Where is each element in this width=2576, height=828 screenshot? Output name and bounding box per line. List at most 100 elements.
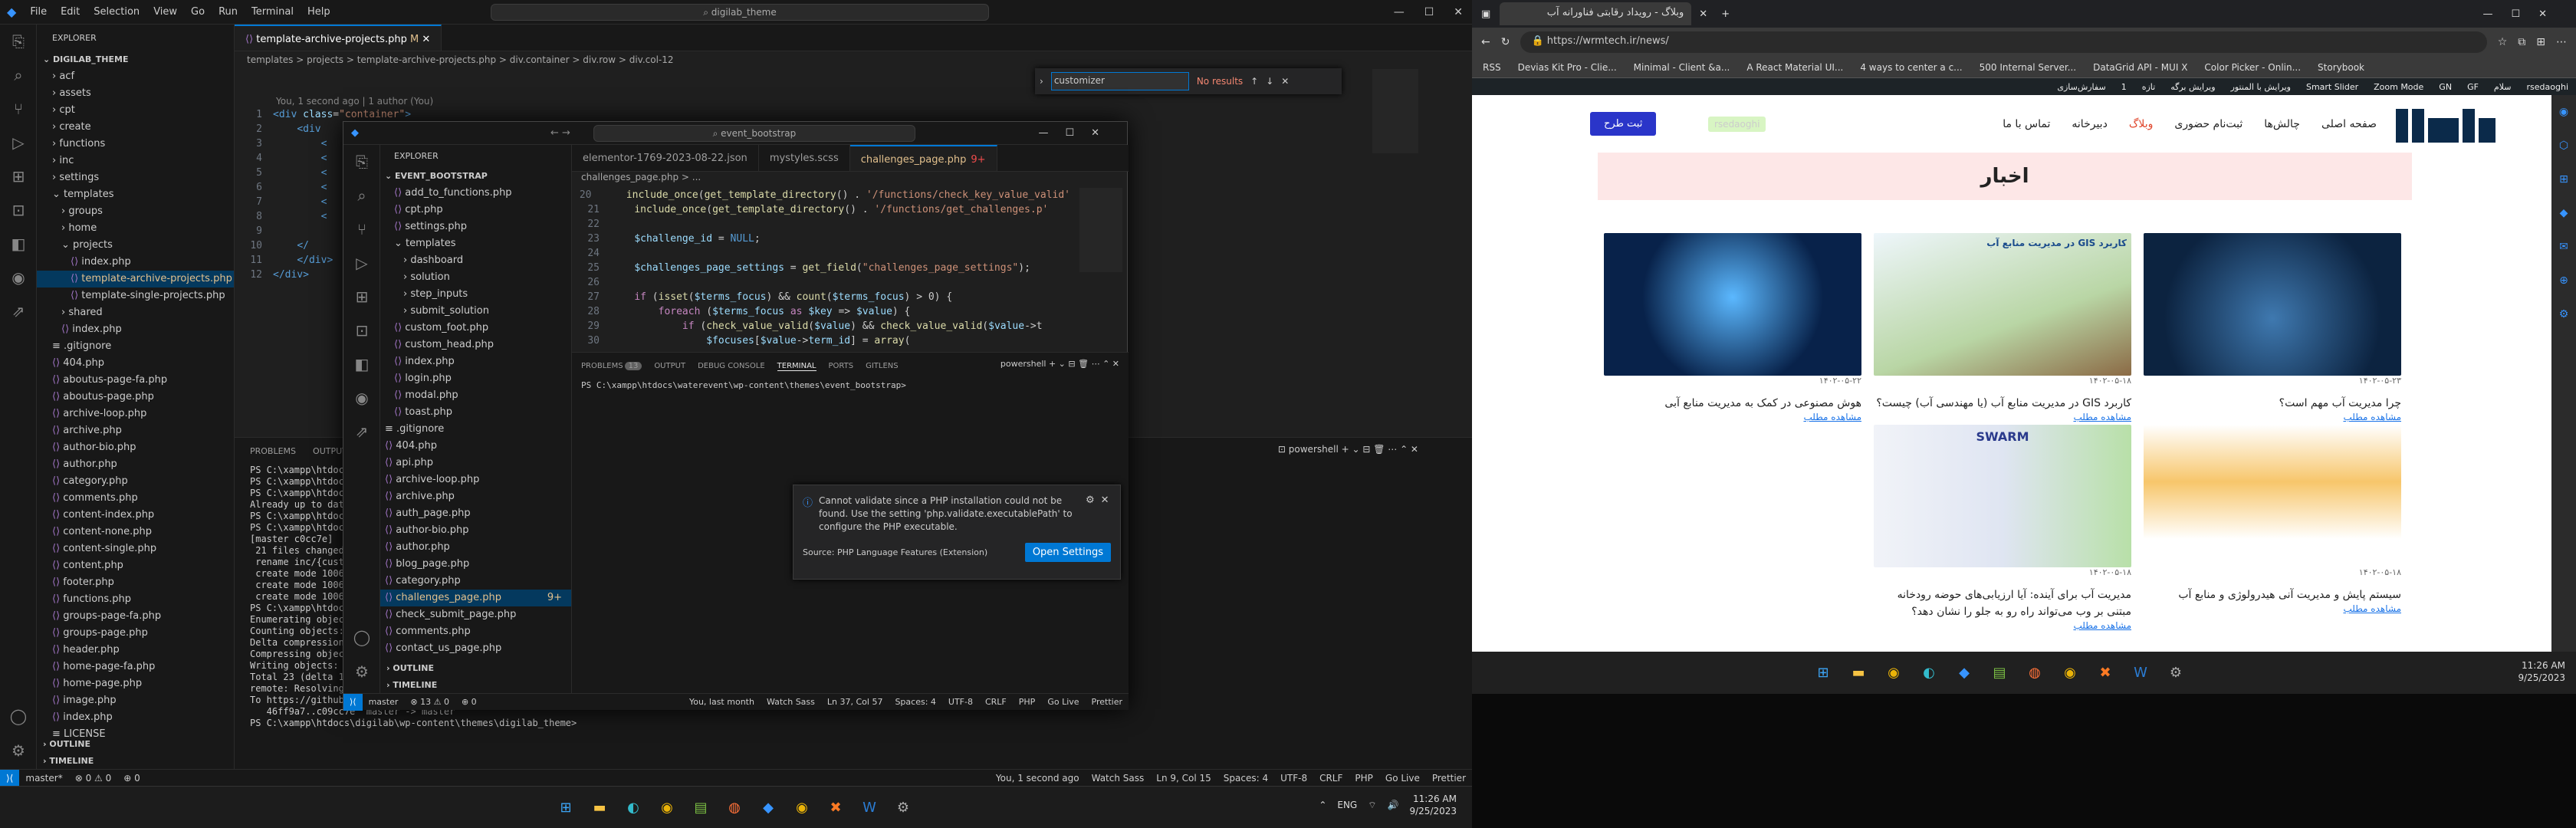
- volume-icon[interactable]: 🔊: [1388, 800, 1399, 810]
- status-item[interactable]: Prettier: [1426, 773, 1472, 784]
- tree-item[interactable]: › functions: [37, 136, 234, 153]
- workspace-root[interactable]: ⌄ DIGILAB_THEME: [37, 51, 234, 68]
- source-control-icon[interactable]: ⑂: [343, 212, 380, 246]
- nav-item[interactable]: وبلاگ: [2129, 118, 2154, 130]
- submit-plan-button[interactable]: ثبت طرح: [1590, 112, 1657, 136]
- maximize-icon[interactable]: ☐: [1424, 6, 1434, 18]
- tree-item[interactable]: ⟨⟩ author.php: [380, 539, 571, 556]
- tree-item[interactable]: ⟨⟩ category.php: [37, 473, 234, 490]
- tree-item[interactable]: ⟨⟩ index.php: [37, 254, 234, 271]
- tree-item[interactable]: ⟨⟩ add_to_functions.php: [380, 185, 571, 202]
- tree-item[interactable]: ⟨⟩ home-page.php: [37, 675, 234, 692]
- word-icon[interactable]: W: [856, 794, 883, 821]
- browser-tab-active[interactable]: وبلاگ - رویداد رقابتی فناورانه آب: [1500, 2, 1692, 25]
- tree-item[interactable]: ⟨⟩ custom_foot.php: [380, 320, 571, 337]
- nav-item[interactable]: تماس با ما: [2003, 118, 2050, 130]
- tree-item[interactable]: ⟨⟩ image.php: [37, 692, 234, 709]
- start-icon[interactable]: ⊞: [1809, 659, 1837, 686]
- gitlens-icon[interactable]: ◉: [0, 261, 37, 294]
- tree-item[interactable]: ⟨⟩ header.php: [37, 642, 234, 659]
- menu-file[interactable]: File: [23, 6, 54, 18]
- account-icon[interactable]: ◯: [343, 620, 380, 654]
- status-item[interactable]: CRLF: [1313, 773, 1349, 784]
- admin-bar-item[interactable]: ویرایش برگه: [2170, 82, 2215, 92]
- code-editor-2[interactable]: 20 include_once(get_template_directory()…: [572, 188, 1070, 348]
- admin-bar-item[interactable]: تازه: [2142, 82, 2156, 92]
- tree-item[interactable]: ⟨⟩ author.php: [37, 456, 234, 473]
- new-tab-icon[interactable]: +: [1715, 8, 1736, 20]
- live-share-icon[interactable]: ⇗: [343, 415, 380, 449]
- tree-item[interactable]: ⟨⟩ template-single-projects.php: [37, 288, 234, 304]
- status-item[interactable]: Prettier: [1086, 697, 1129, 707]
- code-line[interactable]: 29 if (check_value_valid($value) && chec…: [572, 319, 1070, 334]
- file-explorer-icon[interactable]: ▬: [586, 794, 613, 821]
- code-line[interactable]: 24: [572, 246, 1070, 261]
- tree-item[interactable]: ⟨⟩ content-index.php: [37, 507, 234, 524]
- menu-view[interactable]: View: [146, 6, 184, 18]
- user-chip[interactable]: rsedaoghi: [1708, 117, 1766, 132]
- source-control-icon[interactable]: ⑂: [0, 92, 37, 126]
- back-arrow-icon[interactable]: ← →: [550, 127, 570, 139]
- notepad-plus-icon[interactable]: ▤: [687, 794, 715, 821]
- docker-icon[interactable]: ◧: [343, 347, 380, 381]
- app-gear-icon[interactable]: ⚙: [2162, 659, 2190, 686]
- minimap[interactable]: [1372, 69, 1418, 153]
- settings-more-icon[interactable]: ⋯: [2556, 36, 2567, 48]
- docker-icon[interactable]: ◧: [0, 227, 37, 261]
- tree-item[interactable]: ⟨⟩ aboutus-page.php: [37, 389, 234, 406]
- tree-item[interactable]: › acf: [37, 68, 234, 85]
- tree-item[interactable]: ⟨⟩ groups-page-fa.php: [37, 608, 234, 625]
- edge-icon[interactable]: ◐: [619, 794, 647, 821]
- panel-tab-output[interactable]: OUTPUT: [654, 362, 685, 370]
- tree-item[interactable]: ⟨⟩ author-bio.php: [380, 522, 571, 539]
- vscode-icon[interactable]: ◆: [754, 794, 782, 821]
- tree-item[interactable]: › settings: [37, 169, 234, 186]
- menu-run[interactable]: Run: [212, 6, 245, 18]
- tree-item[interactable]: ⟨⟩ aboutus-page-fa.php: [37, 372, 234, 389]
- menu-edit[interactable]: Edit: [54, 6, 87, 18]
- tree-item[interactable]: ⟨⟩ login.php: [380, 370, 571, 387]
- card-title[interactable]: کاربرد GIS در مدیریت منابع آب (یا مهندسی…: [1874, 395, 2131, 412]
- manage-gear-icon[interactable]: ⚙: [343, 655, 380, 688]
- news-card[interactable]: ۱۴۰۲-۰۵-۱۸ سیستم پایش و مدیریت آنی هیدرو…: [2144, 425, 2401, 614]
- minimize-icon[interactable]: —: [1394, 6, 1405, 18]
- tree-item[interactable]: ⟨⟩ index.php: [380, 353, 571, 370]
- read-more-link[interactable]: مشاهده مطلب: [1874, 620, 2131, 631]
- read-more-link[interactable]: مشاهده مطلب: [2144, 412, 2401, 422]
- tree-item[interactable]: ⟨⟩ 404.php: [380, 438, 571, 455]
- code-line[interactable]: 30 $focuses[$value->term_id] = array(: [572, 334, 1070, 348]
- status-item[interactable]: UTF-8: [1274, 773, 1313, 784]
- tree-item[interactable]: ⟨⟩ cpt.php: [380, 202, 571, 219]
- bookmark-item[interactable]: DataGrid API - MUI X: [2093, 62, 2187, 73]
- wifi-icon[interactable]: ⌔: [1368, 800, 1376, 811]
- tree-item[interactable]: ⟨⟩ settings.php: [380, 219, 571, 235]
- card-title[interactable]: مدیریت آب برای آینده: آیا ارزیابی‌های حو…: [1874, 586, 2131, 620]
- read-more-link[interactable]: مشاهده مطلب: [2144, 603, 2401, 614]
- tree-item[interactable]: ⟨⟩ footer.php: [37, 574, 234, 591]
- window-controls[interactable]: —☐✕: [1038, 127, 1127, 139]
- refresh-icon[interactable]: ↻: [1501, 36, 1510, 48]
- status-item[interactable]: Spaces: 4: [889, 697, 941, 707]
- xampp-icon[interactable]: ✖: [822, 794, 849, 821]
- find-input[interactable]: customizer: [1050, 72, 1189, 90]
- run-debug-icon[interactable]: ▷: [0, 126, 37, 159]
- account-icon[interactable]: ◯: [0, 699, 37, 733]
- bookmark-item[interactable]: Devias Kit Pro - Clie...: [1518, 62, 1617, 73]
- code-line[interactable]: 20 include_once(get_template_directory()…: [572, 188, 1070, 202]
- code-line[interactable]: 23 $challenge_id = NULL;: [572, 232, 1070, 246]
- tree-item[interactable]: ⟨⟩ comments.php: [37, 490, 234, 507]
- outline-section[interactable]: › OUTLINE: [43, 736, 90, 753]
- panel-tab-debug-console[interactable]: DEBUG CONSOLE: [698, 362, 765, 370]
- nav-item[interactable]: دبیرخانه: [2072, 118, 2107, 130]
- arrow-up-icon[interactable]: ↑: [1250, 76, 1258, 87]
- tree-item[interactable]: ⟨⟩ home-page-fa.php: [37, 659, 234, 675]
- bookmark-item[interactable]: 500 Internal Server...: [1980, 62, 2076, 73]
- branch-status[interactable]: master*: [19, 773, 68, 784]
- explorer-icon[interactable]: ⎘: [0, 25, 37, 58]
- status-item[interactable]: You, 1 second ago: [990, 773, 1086, 784]
- tree-item[interactable]: ⟨⟩ content.php: [37, 557, 234, 574]
- menu-terminal[interactable]: Terminal: [245, 6, 301, 18]
- tree-item[interactable]: ⟨⟩ check_submit_page.php: [380, 606, 571, 623]
- chrome-icon[interactable]: ◉: [653, 794, 681, 821]
- tree-item[interactable]: › submit_solution: [380, 303, 571, 320]
